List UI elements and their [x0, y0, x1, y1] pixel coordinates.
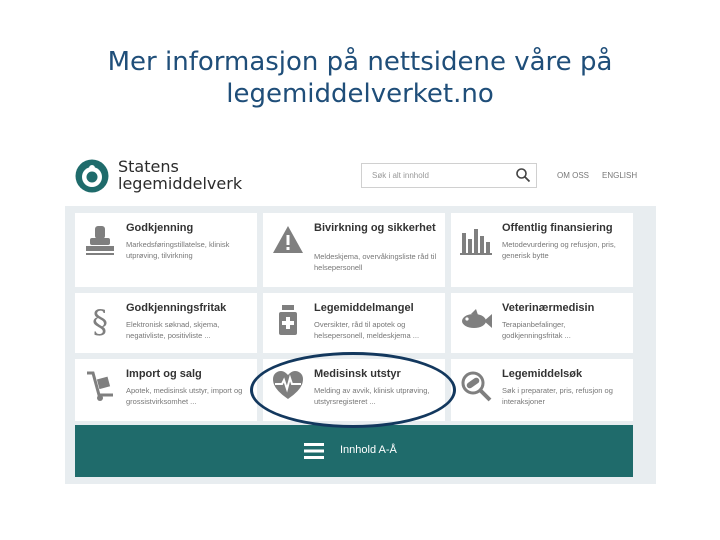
nav-link-about[interactable]: OM OSS — [557, 171, 589, 180]
hand-truck-icon — [87, 371, 113, 401]
warning-icon — [273, 226, 303, 253]
tile-title: Legemiddelmangel — [314, 302, 414, 314]
slide-title: Mer informasjon på nettsidene våre på le… — [107, 47, 613, 109]
website-screenshot: Statens legemiddelverk Søk i alt innhold… — [65, 148, 656, 484]
tile-description: Apotek, medisinsk utstyr, import og gros… — [126, 386, 243, 406]
search-placeholder: Søk i alt innhold — [372, 171, 429, 180]
tile-import-og-salg[interactable]: Import og salg Apotek, medisinsk utstyr,… — [75, 359, 257, 421]
nav-link-english[interactable]: ENGLISH — [602, 171, 637, 180]
search-icon[interactable] — [515, 167, 531, 183]
tile-title: Godkjenning — [126, 222, 194, 234]
site-logo[interactable]: Statens legemiddelverk — [74, 156, 244, 200]
tile-godkjenningsfritak[interactable]: § Godkjenningsfritak Elektronisk søknad,… — [75, 293, 257, 353]
tile-description: Søk i preparater, pris, refusjon og inte… — [502, 386, 613, 406]
tile-offentlig-finansiering[interactable]: Offentlig finansiering Metodevurdering o… — [451, 213, 633, 287]
contents-a-z-label: Innhold A-Å — [340, 444, 397, 456]
tile-title: Legemiddelsøk — [502, 368, 583, 380]
tile-description: Meldeskjema, overvåkingsliste råd til he… — [314, 252, 437, 272]
bar-chart-icon — [460, 229, 492, 255]
medicine-bottle-icon — [279, 305, 297, 335]
menu-icon — [304, 443, 324, 459]
search-input[interactable]: Søk i alt innhold — [361, 163, 537, 188]
fish-icon — [462, 309, 492, 328]
tile-description: Markedsføringstillatelse, klinisk utprøv… — [126, 240, 230, 260]
logo-text-line1: Statens — [118, 157, 179, 176]
tile-description: Elektronisk søknad, skjema, negativliste… — [126, 320, 220, 340]
contents-a-z-button[interactable]: Innhold A-Å — [75, 425, 633, 477]
tile-godkjenning[interactable]: Godkjenning Markedsføringstillatelse, kl… — [75, 213, 257, 287]
logo-text-line2: legemiddelverk — [118, 174, 243, 193]
pill-search-icon — [461, 371, 492, 402]
tile-veterinaermedisin[interactable]: Veterinærmedisin Terapianbefalinger, god… — [451, 293, 633, 353]
stamp-icon — [86, 226, 114, 255]
tile-bivirkning[interactable]: Bivirkning og sikkerhet Meldeskjema, ove… — [263, 213, 445, 287]
tile-description: Terapianbefalinger, godkjenningsfritak .… — [502, 320, 571, 340]
paragraph-icon: § — [92, 303, 108, 337]
tile-title: Offentlig finansiering — [502, 222, 613, 234]
svg-text:§: § — [92, 303, 108, 337]
tile-description: Oversikter, råd til apotek og helseperso… — [314, 320, 420, 340]
logo-mark-icon — [75, 159, 109, 193]
highlight-ring — [250, 352, 456, 428]
tile-title: Veterinærmedisin — [502, 302, 595, 314]
tile-title: Bivirkning og sikkerhet — [314, 222, 436, 234]
tile-description: Metodevurdering og refusjon, pris, gener… — [502, 240, 616, 260]
tile-title: Import og salg — [126, 368, 202, 380]
tile-title: Godkjenningsfritak — [126, 302, 227, 314]
tile-legemiddelsok[interactable]: Legemiddelsøk Søk i preparater, pris, re… — [451, 359, 633, 421]
tile-legemiddelmangel[interactable]: Legemiddelmangel Oversikter, råd til apo… — [263, 293, 445, 353]
